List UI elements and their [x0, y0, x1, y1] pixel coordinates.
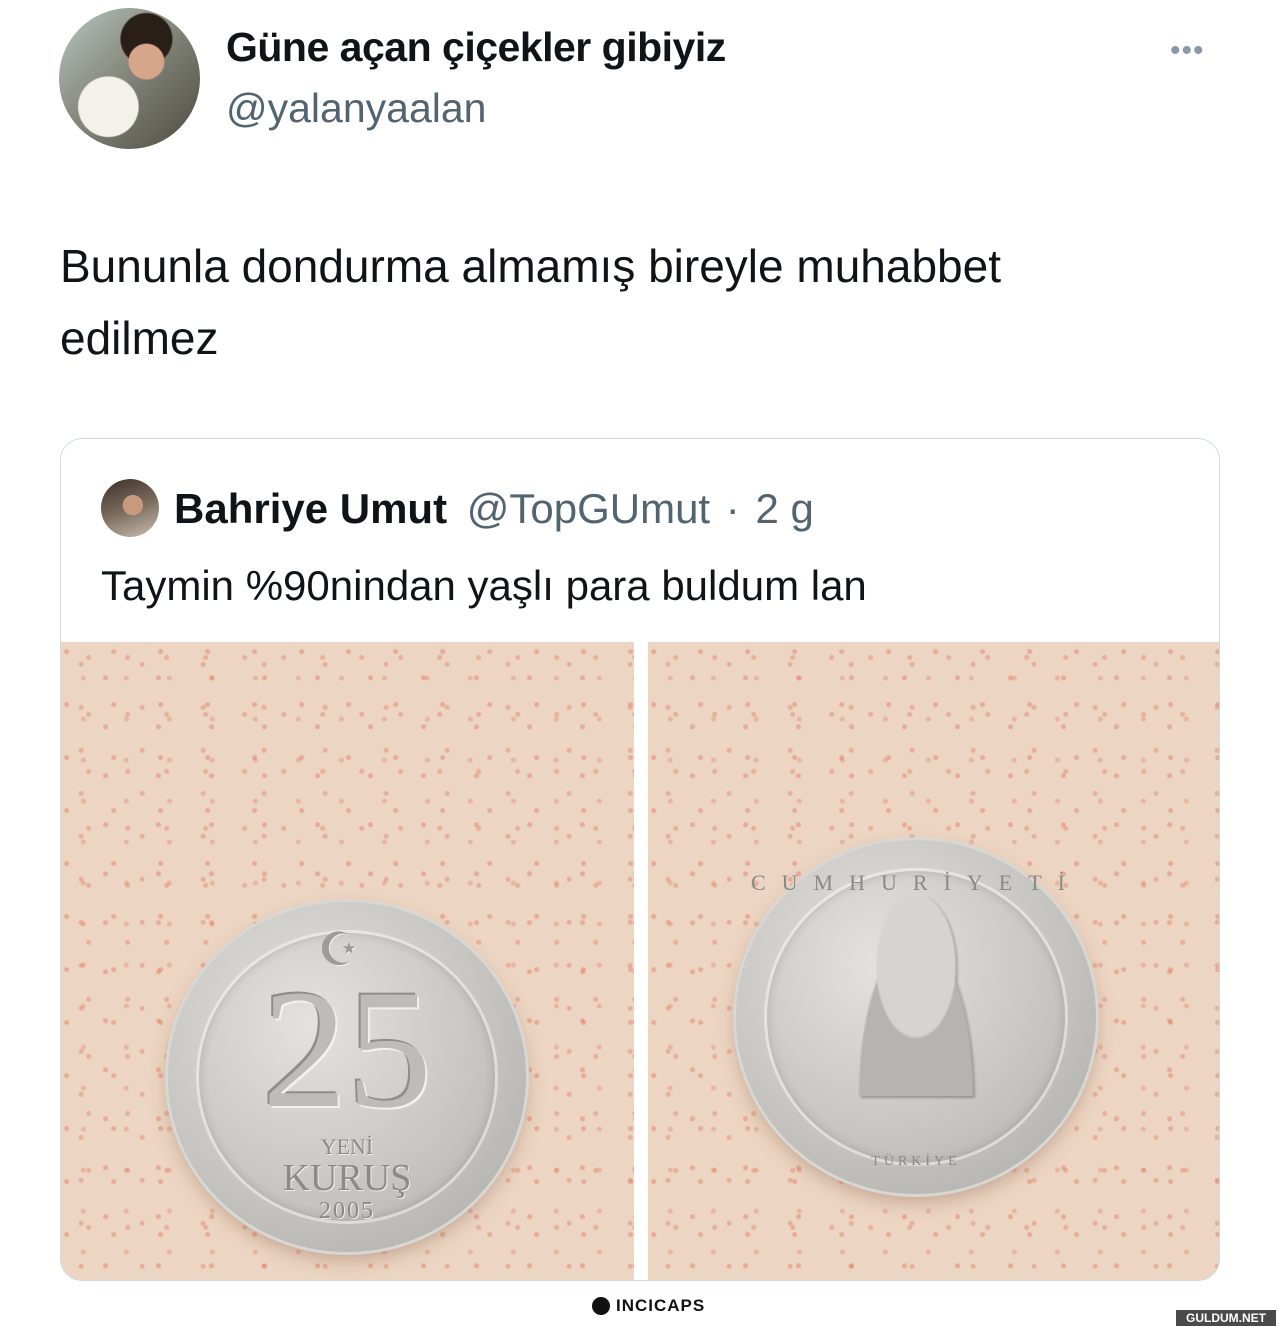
avatar[interactable] [59, 8, 200, 149]
quoted-text: Taymin %90nindan yaşlı para buldum lan [101, 562, 867, 609]
tweet-text-line: Bununla dondurma almamış bireyle muhabbe… [60, 240, 1001, 292]
coin-ring-text: TÜRKİYE [871, 1154, 961, 1169]
user-handle[interactable]: @yalanyaalan [226, 85, 486, 132]
more-horizontal-icon[interactable]: ••• [1170, 34, 1205, 68]
coin-25-kurus: ☪ 25 YENİ KURUŞ 2005 [168, 902, 526, 1252]
coin-portrait-side: CUMHURİYETİ TÜRKİYE [736, 840, 1096, 1194]
display-name[interactable]: Güne açan çiçekler gibiyiz [226, 24, 726, 71]
coin-kurus-label: KURUŞ [282, 1157, 412, 1199]
quoted-avatar[interactable] [101, 479, 159, 537]
portrait-relief [844, 896, 988, 1096]
tweet-text-line: edilmez [60, 312, 219, 364]
guldum-watermark: GULDUM.NET [1176, 1310, 1276, 1326]
coin-ring-text: CUMHURİYETİ [751, 870, 1081, 895]
coin-year: 2005 [319, 1198, 375, 1224]
tweet-text: Bununla dondurma almamış bireyle muhabbe… [60, 230, 1220, 374]
quoted-timestamp[interactable]: 2 g [755, 485, 813, 532]
quoted-header: Bahriye Umut @TopGUmut · 2 g [174, 485, 814, 533]
incicaps-label: INCICAPS [616, 1296, 706, 1315]
coin-denomination: 25 [262, 955, 432, 1143]
incicaps-logo-icon [592, 1297, 610, 1315]
coin-photo-front[interactable]: ☪ 25 YENİ KURUŞ 2005 [61, 642, 634, 1280]
separator-dot: · [725, 485, 740, 532]
quoted-handle[interactable]: @TopGUmut [467, 485, 710, 532]
coin-photo-back[interactable]: CUMHURİYETİ TÜRKİYE [648, 642, 1219, 1280]
incicaps-watermark: INCICAPS [592, 1296, 705, 1316]
quoted-tweet[interactable]: Bahriye Umut @TopGUmut · 2 g Taymin %90n… [60, 438, 1220, 1281]
quoted-display-name[interactable]: Bahriye Umut [174, 485, 447, 532]
